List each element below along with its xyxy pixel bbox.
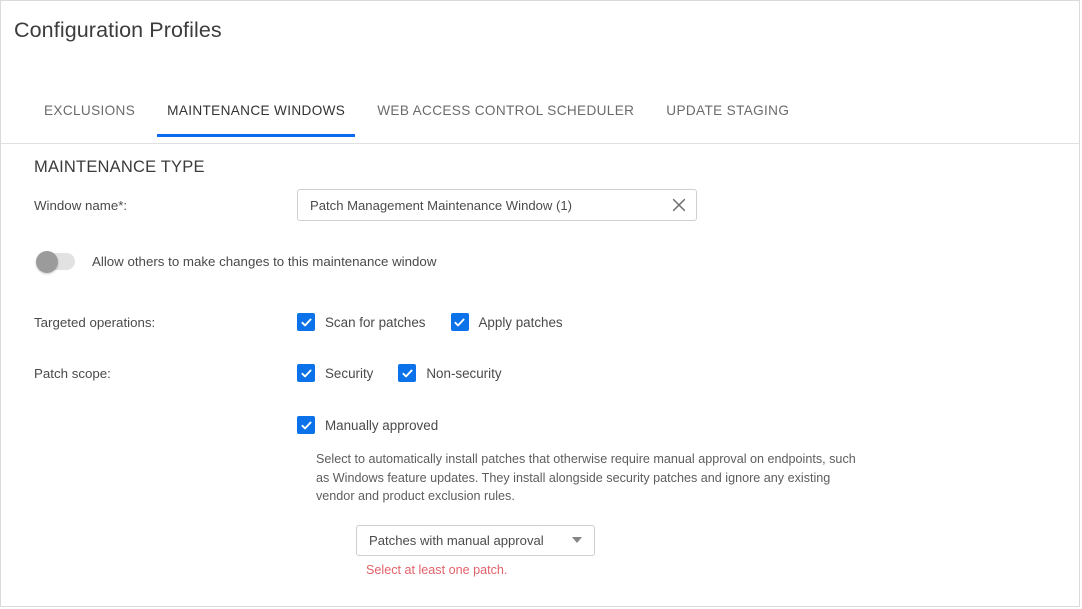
checkbox-label: Non-security [426, 365, 502, 381]
page-header: Configuration Profiles [1, 1, 1079, 96]
tab-bar: EXCLUSIONS MAINTENANCE WINDOWS WEB ACCES… [1, 96, 1079, 144]
patch-approval-select[interactable]: Patches with manual approval [356, 524, 595, 556]
targeted-operations-row: Targeted operations: Scan for patches Ap… [34, 313, 1079, 331]
window-name-field[interactable] [297, 189, 697, 221]
tab-exclusions[interactable]: EXCLUSIONS [34, 96, 145, 126]
tab-web-access-control-scheduler[interactable]: WEB ACCESS CONTROL SCHEDULER [367, 96, 644, 126]
patch-approval-select-value: Patches with manual approval [369, 532, 544, 548]
allow-others-label: Allow others to make changes to this mai… [92, 254, 437, 269]
checkbox-non-security[interactable]: Non-security [398, 364, 502, 382]
manually-approved-checkbox-group: Manually approved [297, 416, 463, 434]
targeted-operations-checkboxes: Scan for patches Apply patches [297, 313, 588, 331]
checkbox-apply-patches[interactable]: Apply patches [450, 313, 563, 331]
checkbox-checked-icon [450, 313, 469, 331]
patch-scope-row: Patch scope: Security Non-security [34, 364, 1079, 382]
manually-approved-description: Select to automatically install patches … [316, 452, 856, 503]
tab-update-staging[interactable]: UPDATE STAGING [656, 96, 799, 126]
checkbox-checked-icon [297, 313, 315, 331]
configuration-profiles-page: Configuration Profiles EXCLUSIONS MAINTE… [0, 0, 1080, 607]
maintenance-type-form: MAINTENANCE TYPE Window name*: Allow oth… [1, 144, 1079, 577]
window-name-row: Window name*: [34, 189, 1079, 221]
window-name-input[interactable] [298, 190, 696, 220]
targeted-operations-label: Targeted operations: [34, 314, 156, 330]
patch-scope-label: Patch scope: [34, 365, 111, 381]
patch-scope-checkboxes: Security Non-security [297, 364, 527, 382]
allow-others-row: Allow others to make changes to this mai… [34, 250, 1079, 273]
checkbox-checked-icon [297, 364, 315, 382]
allow-others-toggle[interactable] [36, 250, 75, 273]
tab-maintenance-windows[interactable]: MAINTENANCE WINDOWS [157, 96, 356, 137]
checkbox-label: Security [325, 365, 374, 381]
chevron-down-icon [572, 537, 582, 543]
checkbox-checked-icon [398, 364, 417, 382]
checkbox-manually-approved[interactable]: Manually approved [297, 416, 438, 434]
manually-approved-row: Manually approved [34, 416, 1079, 434]
checkbox-security[interactable]: Security [297, 364, 373, 382]
checkbox-label: Manually approved [325, 417, 439, 433]
checkbox-label: Scan for patches [325, 314, 426, 330]
page-title: Configuration Profiles [14, 18, 222, 42]
section-title: MAINTENANCE TYPE [34, 158, 205, 176]
toggle-knob [36, 250, 58, 273]
checkbox-checked-icon [297, 416, 315, 434]
patch-approval-error: Select at least one patch. [366, 562, 508, 577]
window-name-label: Window name*: [34, 197, 128, 213]
close-icon[interactable] [671, 197, 687, 213]
checkbox-label: Apply patches [478, 314, 563, 330]
checkbox-scan-for-patches[interactable]: Scan for patches [297, 313, 426, 331]
